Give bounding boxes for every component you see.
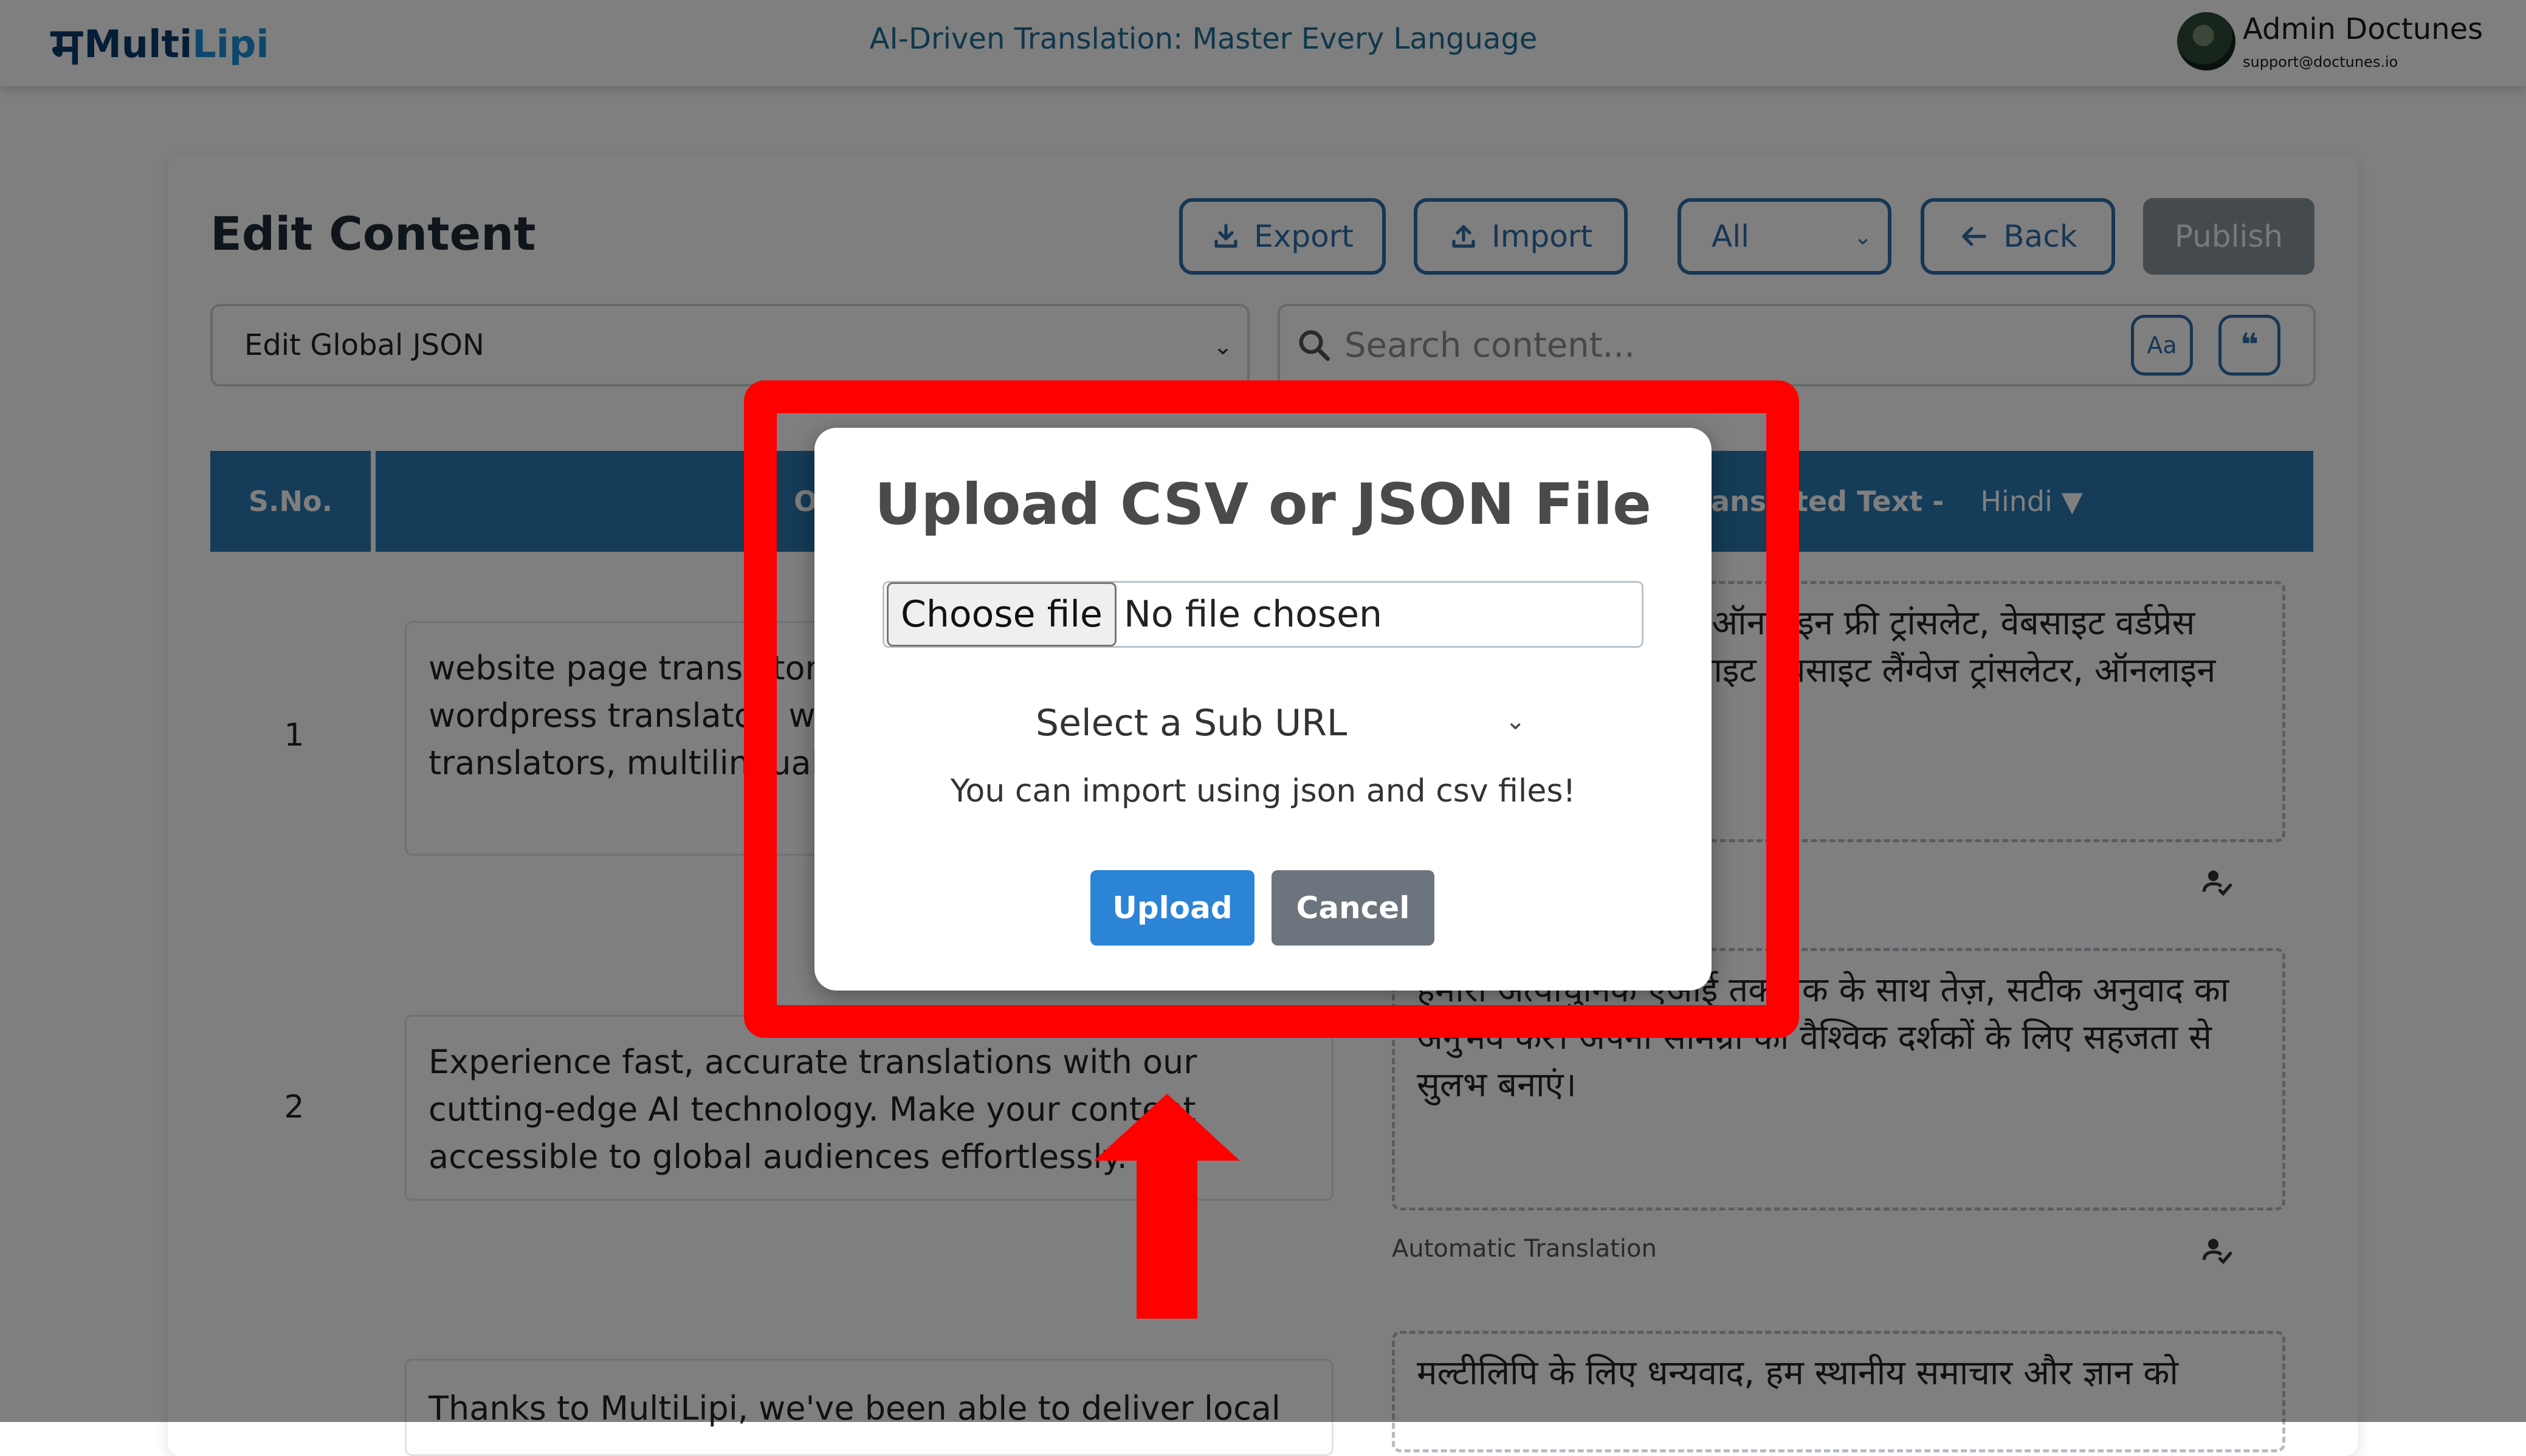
annotation-highlight-frame [744, 380, 1799, 1038]
arrow-up-icon [1094, 1094, 1240, 1319]
